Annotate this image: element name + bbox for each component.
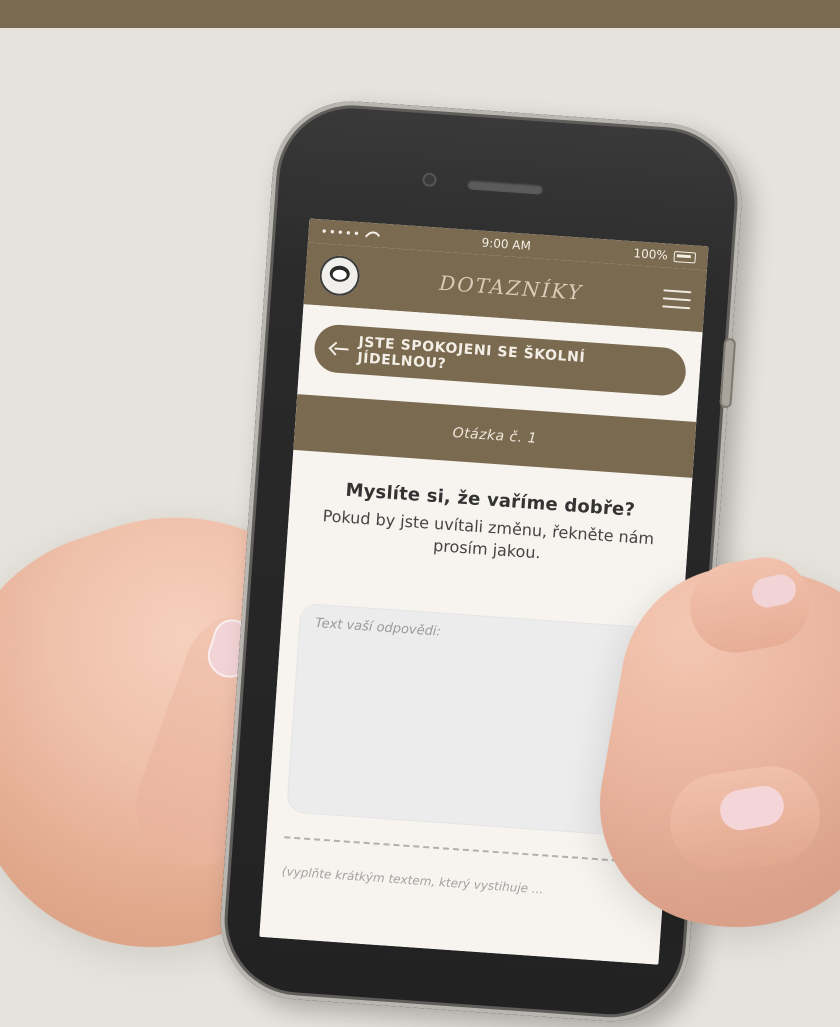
answer-hint: (vyplňte krátkým textem, který vystihuje… <box>281 864 544 897</box>
status-time: 9:00 AM <box>481 235 532 253</box>
survey-title: JSTE SPOKOJENI SE ŠKOLNÍ JÍDELNOU? <box>356 334 586 373</box>
app-title: DOTAZNÍKY <box>438 270 584 305</box>
phone-in-hands-scene: ••••• 9:00 AM 100% DOTAZNÍKY JSTE SPOKOJ… <box>0 0 840 1027</box>
hamburger-menu-icon[interactable] <box>662 289 692 310</box>
dashed-divider <box>284 836 648 864</box>
question-number-label: Otázka č. 1 <box>452 425 538 447</box>
battery-percent: 100% <box>633 246 669 263</box>
hamburger-line-3 <box>662 305 691 310</box>
survey-title-back-button[interactable]: JSTE SPOKOJENI SE ŠKOLNÍ JÍDELNOU? <box>312 323 688 398</box>
signal-strength-icon: ••••• <box>320 224 362 242</box>
hamburger-line-2 <box>662 297 691 302</box>
back-arrow-icon[interactable] <box>330 342 348 355</box>
answer-placeholder: Text vaší odpovědi: <box>314 615 442 640</box>
battery-status: 100% <box>633 246 697 264</box>
battery-icon <box>673 250 697 264</box>
status-left: ••••• <box>320 224 381 244</box>
hamburger-line-1 <box>663 289 692 294</box>
wifi-icon <box>365 228 381 244</box>
panda-avatar-icon[interactable] <box>318 254 361 298</box>
